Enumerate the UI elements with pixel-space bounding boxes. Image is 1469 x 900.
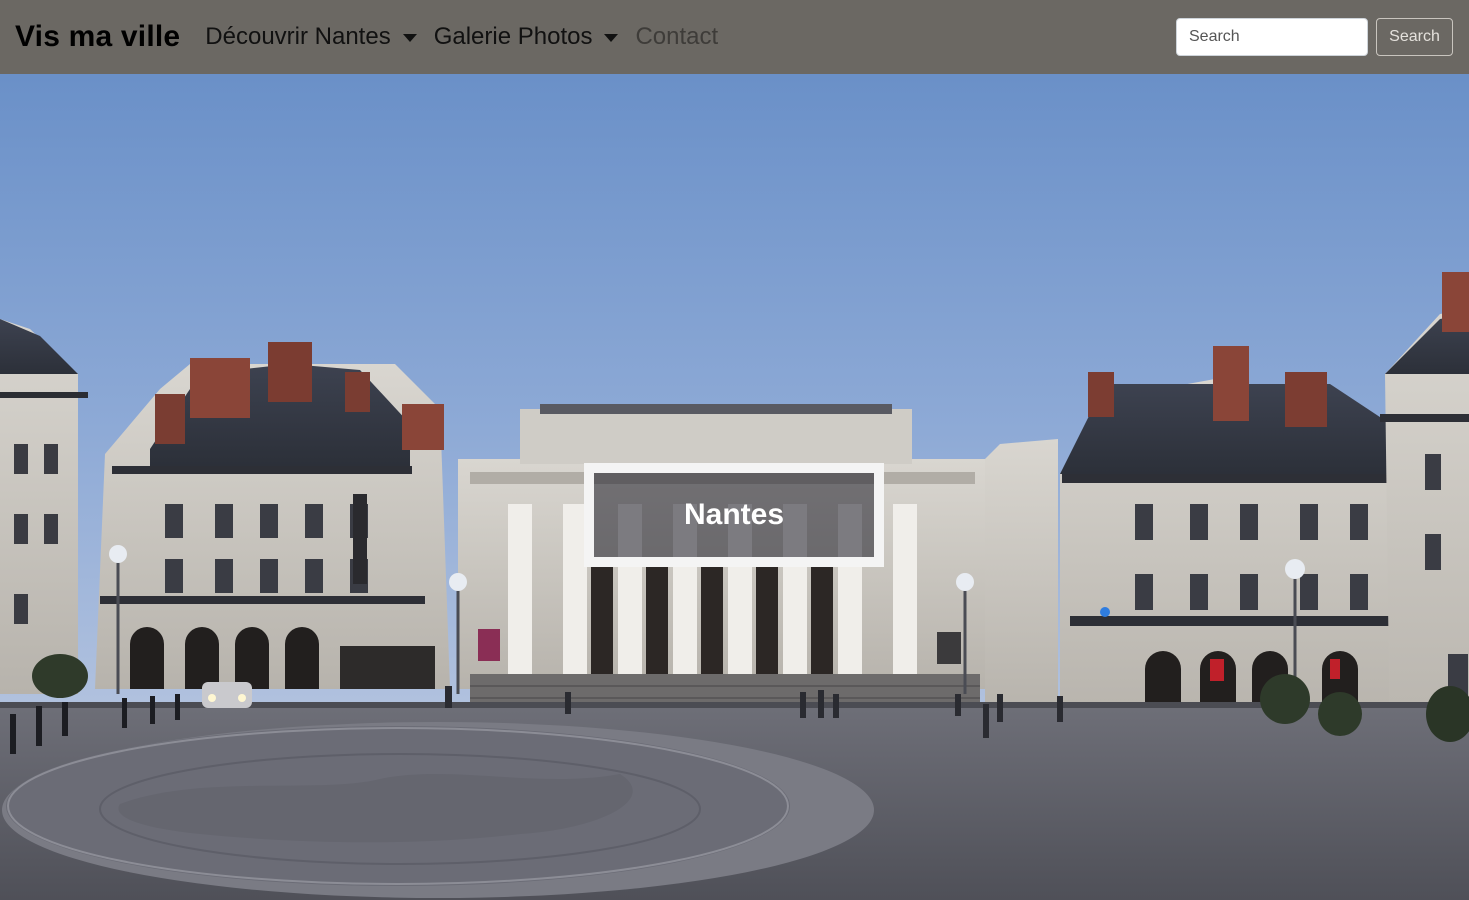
hero-title-box: Nantes bbox=[584, 463, 884, 567]
nav-item-contact[interactable]: Contact bbox=[635, 23, 718, 51]
chevron-down-icon bbox=[402, 34, 417, 42]
nav-item-label: Galerie Photos bbox=[433, 23, 593, 50]
search-button[interactable]: Search bbox=[1376, 18, 1453, 56]
nav-item-label: Découvrir Nantes bbox=[205, 23, 391, 50]
nav-links: Découvrir Nantes Galerie Photos Contact bbox=[205, 23, 735, 51]
hero-title: Nantes bbox=[683, 498, 785, 531]
top-navbar: Vis ma ville Découvrir Nantes Galerie Ph… bbox=[0, 0, 1469, 74]
nav-item-galerie-photos[interactable]: Galerie Photos bbox=[434, 23, 619, 51]
nav-item-decouvrir-nantes[interactable]: Découvrir Nantes bbox=[205, 23, 417, 51]
search-form: Search bbox=[1176, 18, 1453, 56]
search-input[interactable] bbox=[1176, 18, 1368, 56]
nav-item-label: Contact bbox=[635, 23, 719, 50]
brand-logo[interactable]: Vis ma ville bbox=[15, 20, 180, 54]
hero-banner: Nantes bbox=[0, 74, 1469, 900]
chevron-down-icon bbox=[604, 34, 619, 42]
